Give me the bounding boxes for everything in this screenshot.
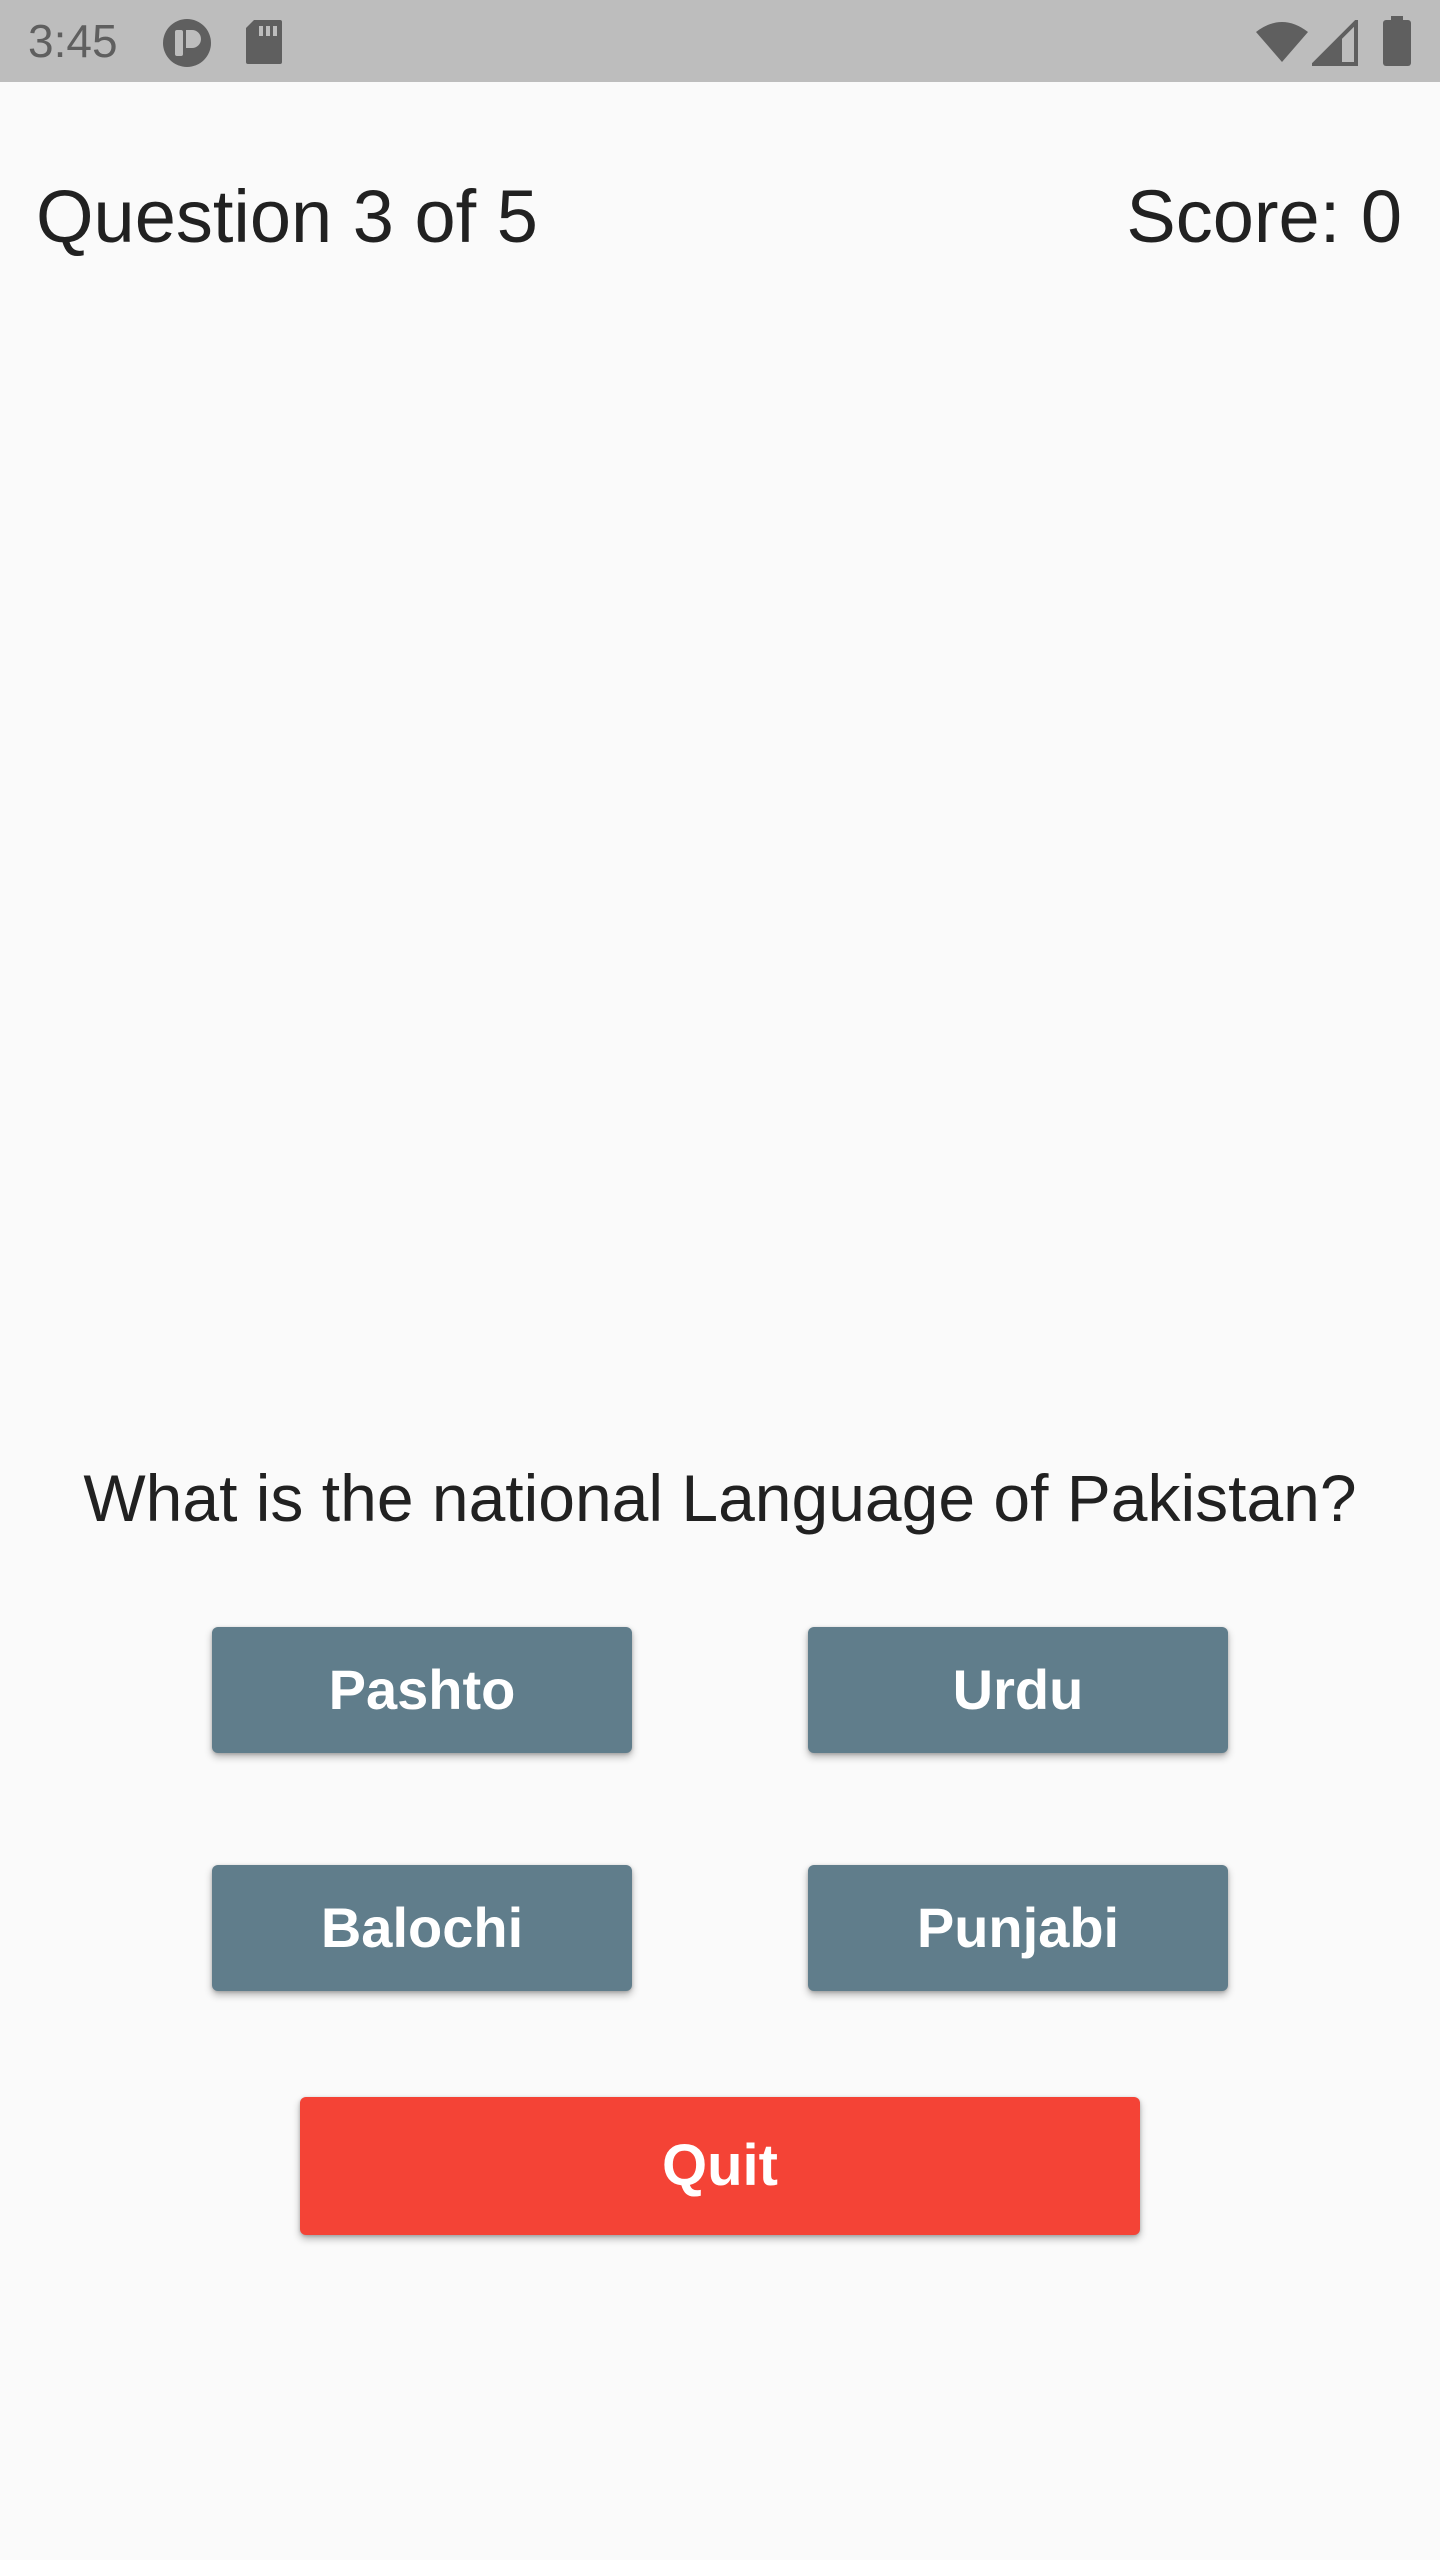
- battery-icon: [1383, 16, 1411, 66]
- score-label: Score: 0: [1126, 175, 1402, 258]
- quit-button[interactable]: Quit: [300, 2097, 1140, 2235]
- answer-button-balochi[interactable]: Balochi: [212, 1865, 632, 1991]
- answer-button-urdu[interactable]: Urdu: [808, 1627, 1228, 1753]
- signal-icon: [1312, 20, 1358, 66]
- answer-button-pashto[interactable]: Pashto: [212, 1627, 632, 1753]
- answer-button-punjabi[interactable]: Punjabi: [808, 1865, 1228, 1991]
- status-bar: 3:45: [0, 0, 1440, 82]
- question-counter: Question 3 of 5: [36, 175, 538, 258]
- app-notification-icon: [163, 19, 211, 67]
- question-text: What is the national Language of Pakista…: [83, 1461, 1357, 1535]
- sd-card-icon: [246, 20, 282, 64]
- status-time: 3:45: [28, 15, 118, 67]
- wifi-icon: [1256, 22, 1308, 62]
